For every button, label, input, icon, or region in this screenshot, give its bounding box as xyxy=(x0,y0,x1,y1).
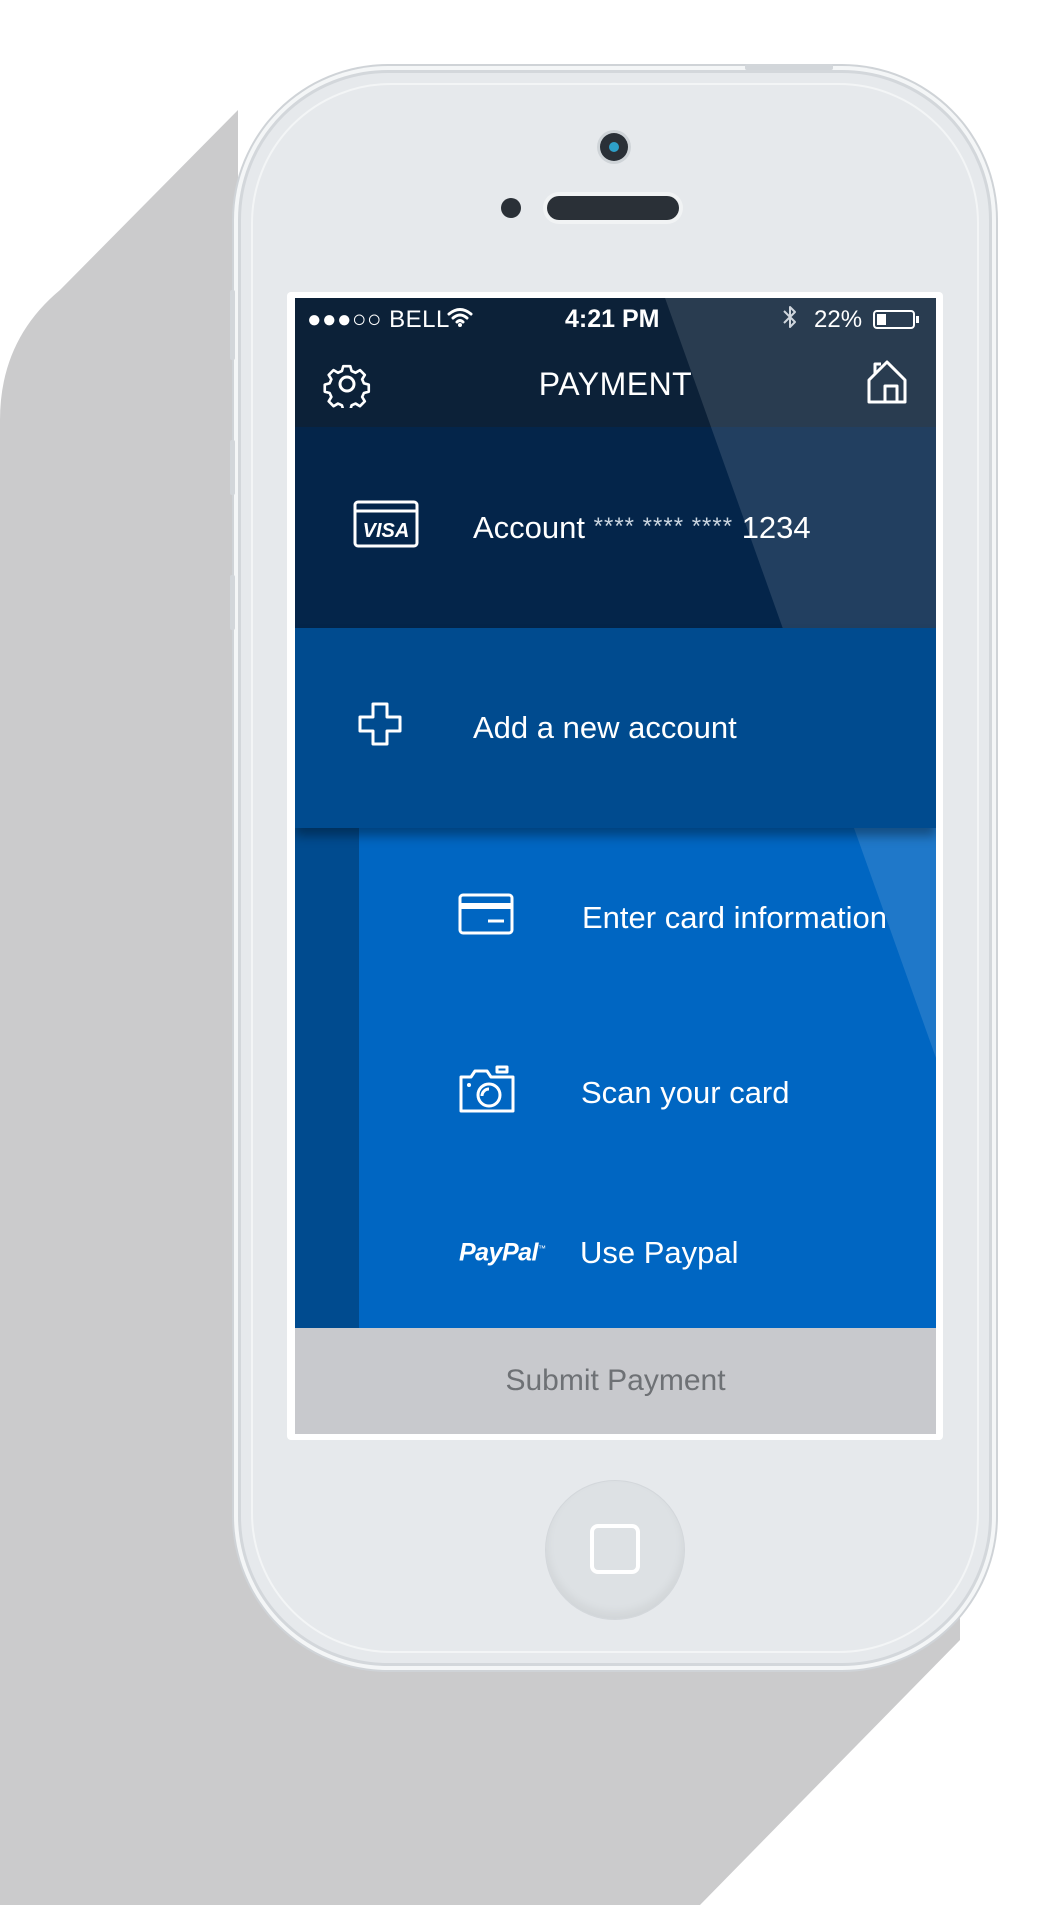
page-title: PAYMENT xyxy=(538,366,693,402)
account-prefix: Account xyxy=(473,509,586,545)
payment-options-list: Enter card information Scan your card Pa… xyxy=(295,828,936,1328)
scan-card-label: Scan your card xyxy=(581,1075,790,1110)
account-label: Account **** **** **** 1234 xyxy=(473,510,811,546)
navigation-bar: PAYMENT xyxy=(295,340,936,427)
scan-card-option[interactable]: Scan your card xyxy=(359,1008,936,1178)
plus-icon xyxy=(357,701,403,755)
paypal-logo: PayPal™ xyxy=(459,1238,546,1267)
account-mask: **** **** **** xyxy=(593,512,734,540)
carrier-label: ●●●○○ BELL xyxy=(307,306,450,334)
paypal-label: Use Paypal xyxy=(580,1235,739,1270)
add-account-button[interactable]: Add a new account xyxy=(295,628,936,828)
status-time: 4:21 PM xyxy=(565,305,660,333)
visa-logo-text: VISA xyxy=(363,520,410,542)
battery-icon xyxy=(873,310,919,329)
add-account-label: Add a new account xyxy=(473,710,737,745)
volume-down-button xyxy=(230,575,235,630)
volume-up-button xyxy=(230,440,235,495)
saved-account-row[interactable]: VISA Account **** **** **** 1234 xyxy=(295,427,936,628)
power-button xyxy=(745,64,833,70)
proximity-sensor xyxy=(501,198,521,218)
submit-payment-button[interactable]: Submit Payment xyxy=(295,1328,936,1434)
home-button-square-icon xyxy=(590,1524,640,1574)
paypal-option[interactable]: PayPal™ Use Paypal xyxy=(359,1178,936,1328)
app-screen: ●●●○○ BELL 4:21 PM 22% PAYMENT VISA Acco… xyxy=(295,298,936,1434)
paypal-logo-text: PayPal xyxy=(459,1238,539,1267)
wifi-icon xyxy=(447,306,473,335)
bluetooth-icon xyxy=(781,304,799,337)
enter-card-label: Enter card information xyxy=(582,900,887,935)
camera-icon xyxy=(459,1065,515,1121)
battery-percent: 22% xyxy=(814,306,863,333)
enter-card-option[interactable]: Enter card information xyxy=(359,828,936,1008)
signal-strength: ●●●○○ xyxy=(307,306,382,333)
home-button[interactable] xyxy=(545,1480,685,1620)
home-icon[interactable] xyxy=(865,358,909,411)
front-camera xyxy=(600,133,628,161)
mute-switch xyxy=(230,290,235,360)
visa-card-icon: VISA xyxy=(353,500,419,556)
carrier-name: BELL xyxy=(389,306,450,333)
account-last4: 1234 xyxy=(741,509,811,545)
options-indent-strip xyxy=(295,828,359,1328)
earpiece-speaker xyxy=(547,196,679,220)
credit-card-icon xyxy=(458,893,514,943)
status-bar: ●●●○○ BELL 4:21 PM 22% xyxy=(295,298,936,340)
